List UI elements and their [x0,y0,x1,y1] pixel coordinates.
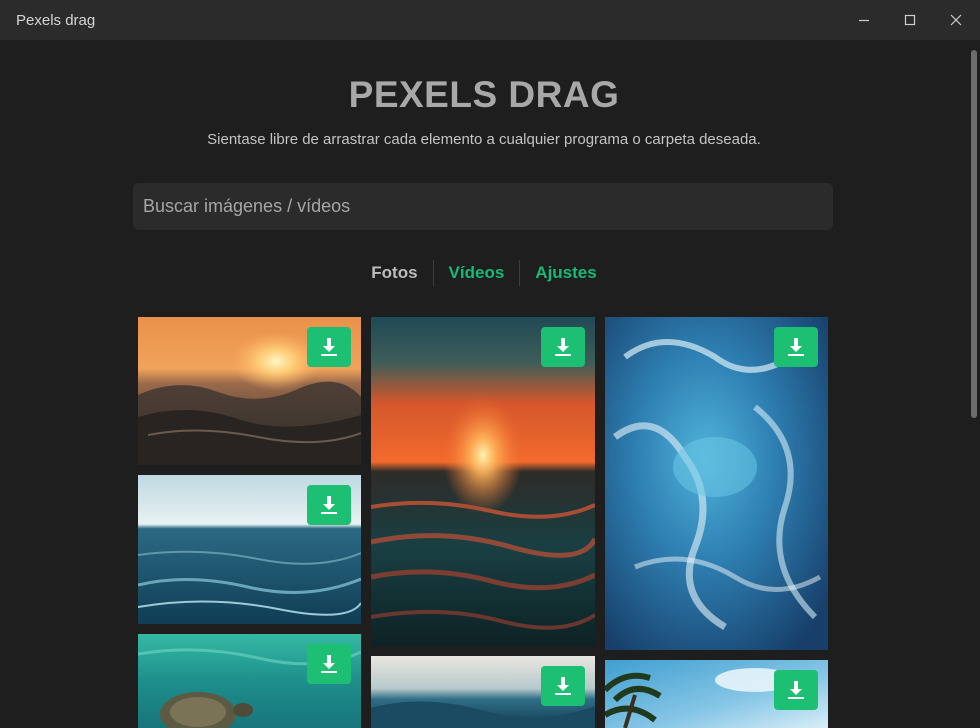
download-button[interactable] [541,327,585,367]
maximize-button[interactable] [887,0,933,40]
download-button[interactable] [774,670,818,710]
download-icon [321,496,337,514]
scrollbar-thumb[interactable] [971,50,977,418]
photo-card-open-ocean-horizon[interactable] [138,475,361,624]
tab-bar: Fotos Vídeos Ajustes [0,260,968,286]
download-icon [788,338,804,356]
tab-fotos[interactable]: Fotos [356,260,432,286]
photo-card-ocean-wave-blue[interactable] [371,656,595,728]
close-button[interactable] [933,0,979,40]
download-icon [555,338,571,356]
window-title: Pexels drag [16,11,96,29]
download-icon [555,677,571,695]
download-icon [788,681,804,699]
download-icon [321,338,337,356]
minimize-icon [859,19,869,22]
main-content: PEXELS DRAG Sientase libre de arrastrar … [0,40,968,728]
photo-card-orange-sunset-sea[interactable] [371,317,595,646]
photo-card-aerial-sea-foam[interactable] [605,317,828,650]
search-input[interactable] [133,183,833,230]
download-button[interactable] [541,666,585,706]
page-title: PEXELS DRAG [348,74,620,115]
maximize-icon [904,14,916,26]
vertical-scrollbar[interactable] [968,40,980,728]
photo-card-sea-turtle-underwater[interactable] [138,634,361,728]
photo-card-palm-trees-sky[interactable] [605,660,828,728]
minimize-button[interactable] [841,0,887,40]
tab-videos[interactable]: Vídeos [434,260,520,286]
photo-card-sunset-over-waves[interactable] [138,317,361,465]
download-button[interactable] [307,644,351,684]
download-icon [321,655,337,673]
download-button[interactable] [307,327,351,367]
title-bar: Pexels drag [0,0,980,40]
download-button[interactable] [307,485,351,525]
tab-ajustes[interactable]: Ajustes [520,260,611,286]
page-subtitle: Sientase libre de arrastrar cada element… [207,131,761,148]
download-button[interactable] [774,327,818,367]
close-icon [950,14,962,26]
